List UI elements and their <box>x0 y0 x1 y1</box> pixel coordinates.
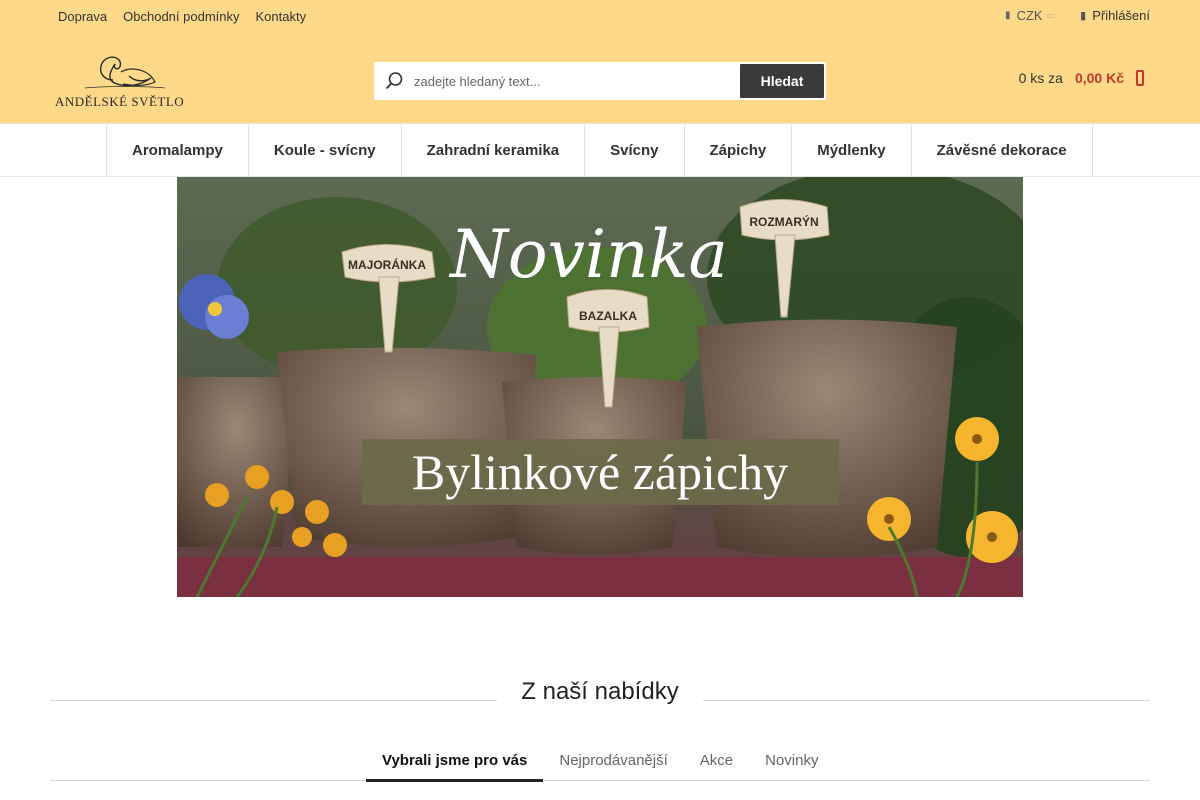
main-nav: Aromalampy Koule - svícny Zahradní keram… <box>0 123 1200 177</box>
link-kontakty[interactable]: Kontakty <box>248 8 315 25</box>
login-link[interactable]: ▮ Přihlášení <box>1080 8 1150 23</box>
tab-vybrali-jsme-pro-vas[interactable]: Vybrali jsme pro vás <box>366 748 544 782</box>
cart-count: 0 ks za <box>1018 70 1063 86</box>
nav-item-zahradni-keramika[interactable]: Zahradní keramika <box>402 124 586 176</box>
label-rozmaryn: ROZMARÝN <box>749 214 818 229</box>
top-links: Doprava Obchodní podmínky Kontakty <box>50 8 314 25</box>
search-bar: Hledat <box>374 62 826 100</box>
cart[interactable]: 0 ks za 0,00 Kč <box>1019 70 1144 86</box>
tab-novinky[interactable]: Novinky <box>749 748 834 782</box>
search-input[interactable] <box>414 63 740 99</box>
nav-item-koule-svicny[interactable]: Koule - svícny <box>249 124 402 176</box>
divider <box>703 700 1150 701</box>
nav-item-mydlenky[interactable]: Mýdlenky <box>792 124 912 176</box>
top-right: ▮ CZK ▭ ▮ Přihlášení <box>1005 8 1150 23</box>
cart-price: 0,00 Kč <box>1074 70 1124 86</box>
hero-image: MAJORÁNKA BAZALKA ROZMARÝN Novinka Bylin… <box>177 177 1023 597</box>
nav-item-zapichy[interactable]: Zápichy <box>685 124 793 176</box>
nav-item-zavesne-dekorace[interactable]: Závěsné dekorace <box>912 124 1093 176</box>
cart-icon <box>1136 70 1144 86</box>
tab-nejprodavanejsi[interactable]: Nejprodávanější <box>543 748 683 782</box>
search-button[interactable]: Hledat <box>740 64 824 98</box>
header: Doprava Obchodní podmínky Kontakty ▮ CZK… <box>0 0 1200 123</box>
currency-selector[interactable]: ▮ CZK ▭ <box>1005 8 1054 23</box>
chevron-down-icon: ▭ <box>1046 11 1055 20</box>
currency-label: CZK <box>1016 8 1043 23</box>
logo-text: ANDĚLSKÉ SVĚTLO <box>55 94 185 109</box>
login-label: Přihlášení <box>1092 8 1150 23</box>
label-bazalka: BAZALKA <box>579 309 637 323</box>
nav-item-aromalampy[interactable]: Aromalampy <box>107 124 249 176</box>
divider <box>543 780 1150 781</box>
tab-akce[interactable]: Akce <box>684 748 749 782</box>
tab-row: Vybrali jsme pro vás Nejprodávanější Akc… <box>366 748 834 782</box>
section-title: Z naší nabídky <box>521 678 679 705</box>
section-header: Z naší nabídky <box>50 678 1150 708</box>
link-doprava[interactable]: Doprava <box>50 8 115 25</box>
hero-banner[interactable]: MAJORÁNKA BAZALKA ROZMARÝN Novinka Bylin… <box>177 177 1023 597</box>
link-obchodni-podminky[interactable]: Obchodní podmínky <box>115 8 247 25</box>
user-icon: ▮ <box>1080 10 1087 22</box>
banner-title: Bylinkové zápichy <box>412 444 788 500</box>
banner-headline: Novinka <box>448 216 728 293</box>
product-tabs: Vybrali jsme pro vás Nejprodávanější Akc… <box>50 748 1150 782</box>
logo[interactable]: ANDĚLSKÉ SVĚTLO <box>55 50 190 112</box>
swan-logo-icon <box>84 56 166 89</box>
nav-item-svicny[interactable]: Svícny <box>585 124 685 176</box>
label-majoranka: MAJORÁNKA <box>348 257 426 272</box>
divider <box>50 780 366 781</box>
currency-icon: ▮ <box>1005 10 1011 21</box>
search-icon <box>374 62 414 100</box>
